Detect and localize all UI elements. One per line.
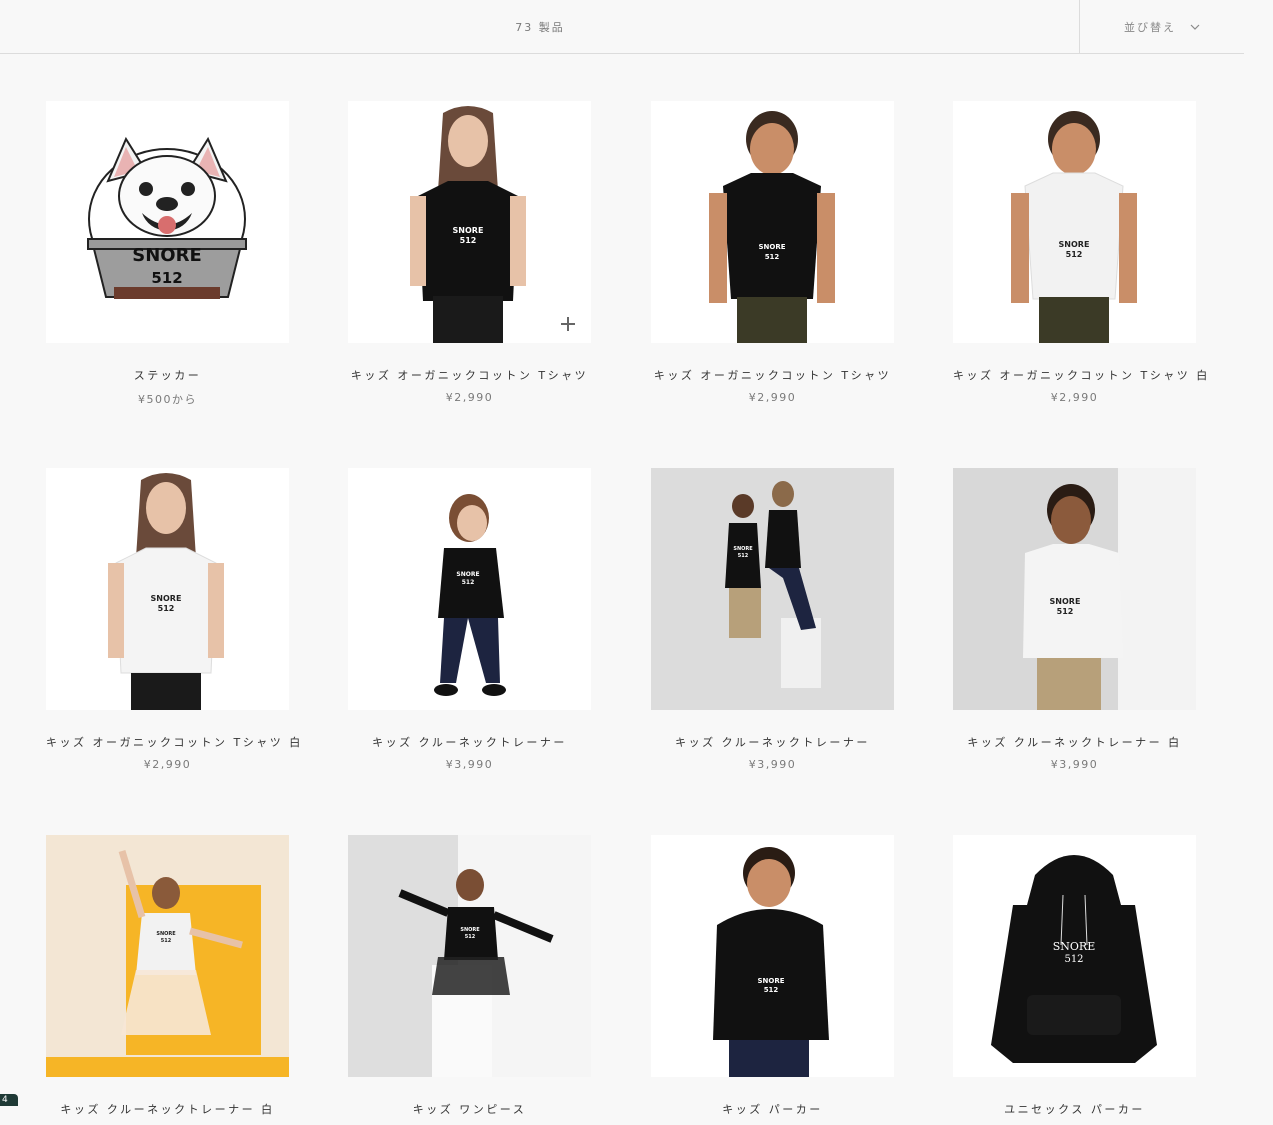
collection-toolbar: 73 製品 並び替え	[0, 0, 1244, 54]
product-title[interactable]: キッズ オーガニックコットン Tシャツ 白	[46, 734, 300, 750]
product-card[interactable]: SNORE 512 キッズ クルーネックトレーナー 白	[46, 835, 289, 1125]
product-count: 73 製品	[515, 20, 565, 34]
product-title[interactable]: キッズ パーカー	[651, 1101, 894, 1117]
svg-text:SNORE: SNORE	[156, 931, 176, 937]
product-image[interactable]: SNORE 512	[46, 468, 289, 710]
product-card[interactable]: SNORE 512 キッズ パーカー	[651, 835, 894, 1125]
product-card[interactable]: SNORE 512 キッズ オーガニックコットン Tシャツ ¥2,990	[348, 101, 591, 404]
svg-text:512: 512	[460, 236, 477, 245]
svg-text:SNORE: SNORE	[1050, 597, 1081, 606]
svg-text:SNORE: SNORE	[1059, 240, 1090, 249]
svg-text:512: 512	[765, 253, 780, 261]
svg-text:SNORE: SNORE	[453, 226, 484, 235]
svg-text:512: 512	[738, 553, 749, 559]
product-price: ¥3,990	[748, 758, 797, 771]
sort-label: 並び替え	[1124, 20, 1176, 34]
svg-text:512: 512	[764, 986, 779, 994]
quick-add-icon[interactable]	[561, 317, 575, 331]
product-card[interactable]: SNORE 512 ステッカー ¥500から	[46, 101, 289, 407]
product-title[interactable]: キッズ オーガニックコットン Tシャツ	[348, 367, 591, 383]
product-image[interactable]: SNORE 512	[651, 468, 894, 710]
product-title[interactable]: キッズ オーガニックコットン Tシャツ	[651, 367, 894, 383]
svg-text:SNORE: SNORE	[456, 571, 479, 578]
product-price: ¥2,990	[748, 391, 797, 404]
product-card[interactable]: SNORE 512 キッズ クルーネックトレーナー ¥3,990	[348, 468, 591, 771]
product-title[interactable]: キッズ クルーネックトレーナー 白	[46, 1101, 289, 1117]
product-price: ¥500から	[138, 393, 197, 406]
product-price: ¥2,990	[445, 391, 494, 404]
product-price: ¥2,990	[1050, 391, 1099, 404]
product-image[interactable]: SNORE 512	[953, 835, 1196, 1077]
product-image[interactable]: SNORE 512	[348, 468, 591, 710]
product-image[interactable]: SNORE 512	[46, 101, 289, 343]
product-image[interactable]: SNORE 512	[651, 835, 894, 1077]
svg-text:512: 512	[1066, 250, 1083, 259]
svg-text:512: 512	[462, 579, 475, 586]
product-title[interactable]: キッズ クルーネックトレーナー	[651, 734, 894, 750]
product-title[interactable]: キッズ クルーネックトレーナー 白	[953, 734, 1196, 750]
svg-text:SNORE: SNORE	[1053, 940, 1096, 953]
product-image[interactable]: SNORE 512	[348, 835, 591, 1077]
svg-text:512: 512	[1057, 607, 1074, 616]
svg-text:SNORE: SNORE	[757, 977, 784, 985]
svg-text:512: 512	[465, 934, 476, 940]
svg-text:512: 512	[158, 604, 175, 613]
svg-text:SNORE: SNORE	[733, 546, 753, 552]
product-title[interactable]: キッズ クルーネックトレーナー	[348, 734, 591, 750]
chevron-down-icon	[1190, 24, 1200, 30]
product-card[interactable]: SNORE 512 キッズ オーガニックコットン Tシャツ 白 ¥2,990	[46, 468, 300, 771]
product-title[interactable]: キッズ ワンピース	[348, 1101, 591, 1117]
product-card[interactable]: SNORE 512 キッズ オーガニックコットン Tシャツ ¥2,990	[651, 101, 894, 404]
product-title[interactable]: キッズ オーガニックコットン Tシャツ 白	[953, 367, 1207, 383]
svg-text:512: 512	[1064, 954, 1083, 965]
product-image[interactable]: SNORE 512	[46, 835, 289, 1077]
product-card[interactable]: SNORE 512 キッズ クルーネックトレーナー 白 ¥3,990	[953, 468, 1196, 771]
product-card[interactable]: SNORE 512 キッズ ワンピース	[348, 835, 591, 1125]
product-image[interactable]: SNORE 512	[348, 101, 591, 343]
svg-text:SNORE: SNORE	[151, 594, 182, 603]
sticker-brand-text: SNORE	[132, 245, 202, 266]
product-price: ¥3,990	[1050, 758, 1099, 771]
sticker-number-text: 512	[151, 269, 182, 287]
product-card[interactable]: SNORE 512 ユニセックス パーカー	[953, 835, 1196, 1125]
product-image[interactable]: SNORE 512	[953, 101, 1196, 343]
svg-text:SNORE: SNORE	[758, 243, 785, 251]
sort-dropdown[interactable]: 並び替え	[1079, 0, 1244, 53]
product-card[interactable]: SNORE 512 キッズ クルーネックトレーナー ¥3,990	[651, 468, 894, 771]
svg-text:SNORE: SNORE	[460, 927, 480, 933]
product-card[interactable]: SNORE 512 キッズ オーガニックコットン Tシャツ 白 ¥2,990	[953, 101, 1207, 404]
product-image[interactable]: SNORE 512	[651, 101, 894, 343]
svg-text:512: 512	[161, 938, 172, 944]
product-image[interactable]: SNORE 512	[953, 468, 1196, 710]
product-price: ¥2,990	[143, 758, 192, 771]
chat-widget-badge[interactable]: 4	[0, 1094, 18, 1106]
product-title[interactable]: ステッカー	[46, 367, 289, 383]
product-title[interactable]: ユニセックス パーカー	[953, 1101, 1196, 1117]
product-price: ¥3,990	[445, 758, 494, 771]
